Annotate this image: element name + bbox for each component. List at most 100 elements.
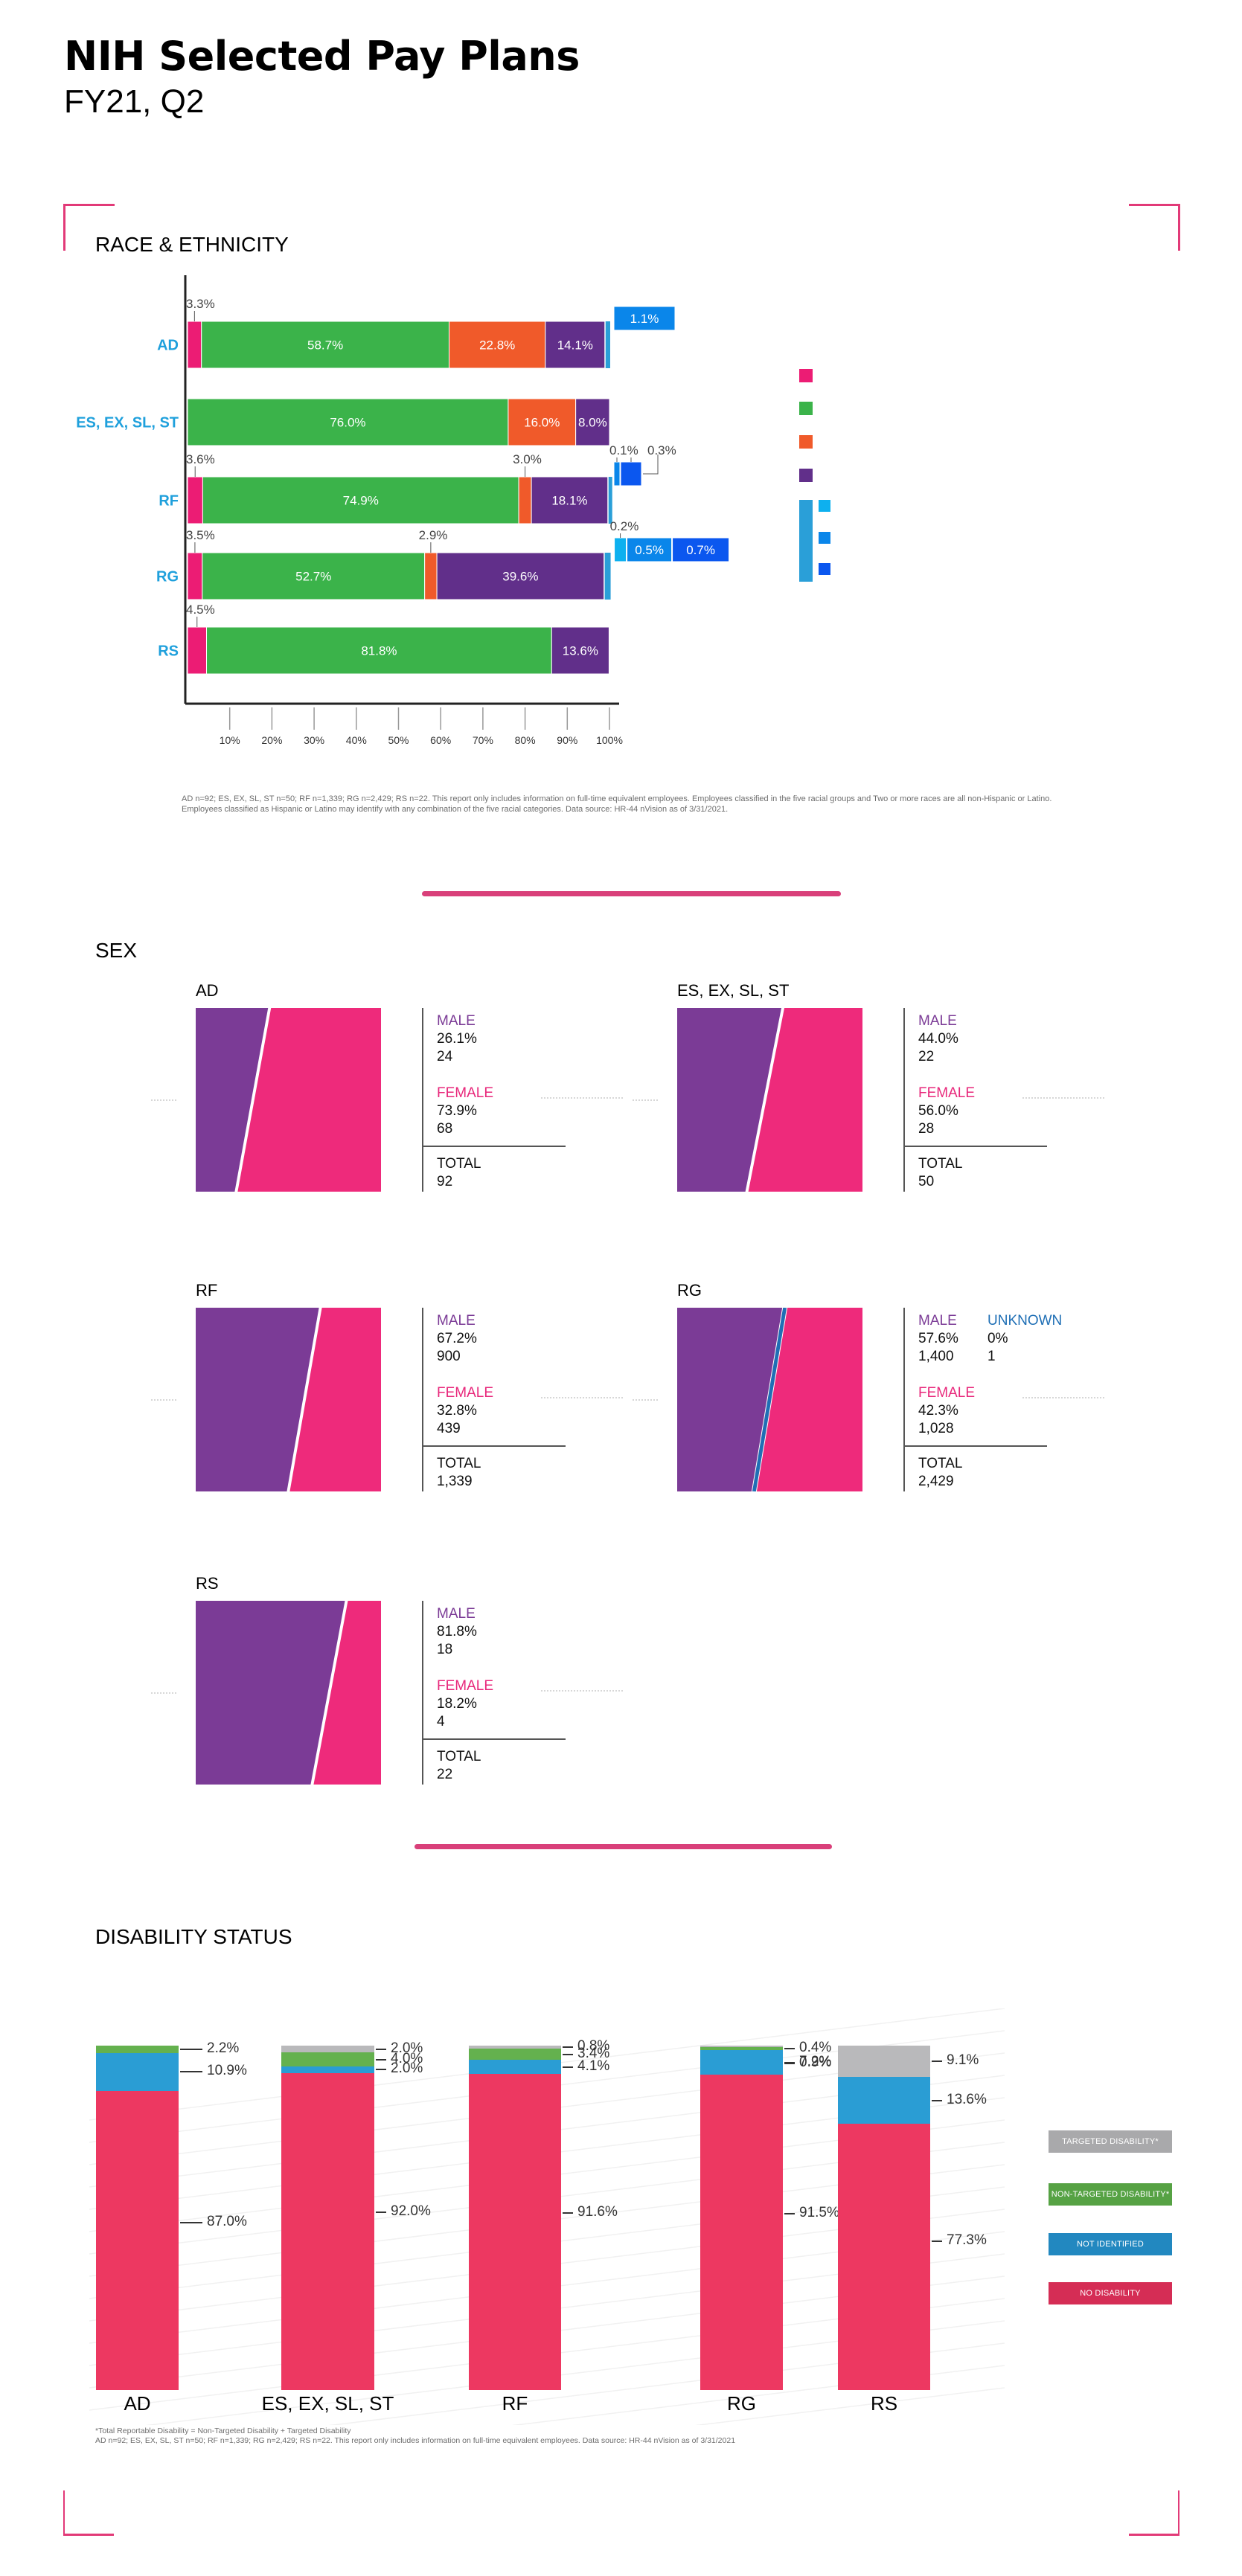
legend-group-bracket	[799, 500, 813, 582]
disability-value-label: 4.1%	[577, 2058, 610, 2074]
disability-footnote-line-1: *Total Reportable Disability = Non-Targe…	[95, 2426, 351, 2435]
race-callout-label: 0.2%	[610, 519, 639, 533]
sex-female-label: FEMALE	[437, 1385, 494, 1401]
disability-value-tick	[563, 2046, 573, 2048]
race-x-tick-label: 20%	[261, 734, 282, 746]
disability-bar-segment-not_identified	[96, 2053, 179, 2091]
disability-bar-segment-non_targeted_disability	[281, 2052, 374, 2066]
race-callout-label: 0.1%	[609, 443, 638, 457]
sex-female-count: 28	[918, 1121, 935, 1137]
disability-category-label: RF	[502, 2392, 528, 2415]
sex-female-count: 4	[437, 1714, 445, 1729]
legend-swatch	[799, 402, 813, 415]
sex-male-percent: 44.0%	[918, 1031, 958, 1047]
sex-total-count: 92	[437, 1174, 453, 1189]
sex-stats-horizontal-line	[422, 1738, 566, 1740]
sex-stats-unknown: UNKNOWN 0% 1	[987, 1312, 1062, 1366]
sex-female-label: FEMALE	[918, 1385, 976, 1401]
race-callout-box-aian	[613, 461, 621, 486]
sex-panel-title: RS	[196, 1574, 219, 1593]
disability-bar-segment-no_disability	[281, 2073, 374, 2390]
legend-item	[799, 402, 844, 415]
sex-area-chart	[196, 1308, 381, 1491]
disability-value-tick	[932, 2099, 942, 2101]
sex-stats-male: MALE 26.1% 24	[437, 1012, 477, 1066]
sex-male-label: MALE	[918, 1013, 957, 1029]
sex-female-label: FEMALE	[437, 1678, 494, 1694]
race-footnote-line-2: Employees classified as Hispanic or Lati…	[182, 805, 729, 814]
disability-value-label: 13.6%	[947, 2091, 987, 2107]
disability-value-label: 2.2%	[207, 2040, 240, 2057]
disability-value-tick	[180, 2221, 202, 2223]
race-bar-segment-hispanic	[187, 626, 208, 675]
sex-male-label: MALE	[437, 1013, 476, 1029]
sex-total-count: 2,429	[918, 1474, 954, 1489]
disability-value-tick	[784, 2048, 795, 2049]
disability-value-label: 91.6%	[577, 2204, 618, 2220]
race-footnote-line-1: AD n=92; ES, EX, SL, ST n=50; RF n=1,339…	[182, 794, 1052, 803]
race-bar-label: 58.7%	[307, 338, 343, 353]
sex-unknown-percent: 0%	[987, 1331, 1008, 1346]
disability-value-label: 92.0%	[391, 2203, 431, 2220]
decorative-dots	[1022, 1097, 1104, 1099]
disability-bar-segment-targeted_disability	[838, 2046, 930, 2078]
sex-area-chart	[677, 1308, 862, 1491]
race-bar-label: 39.6%	[502, 570, 538, 584]
disability-legend-item: NON-TARGETED DISABILITY*	[1049, 2183, 1172, 2206]
legend-swatch	[819, 563, 830, 575]
disability-bar-segment-not_identified	[281, 2066, 374, 2074]
disability-value-label: 7.2%	[799, 2053, 832, 2069]
sex-section-title: SEX	[95, 939, 138, 962]
sex-total-label: TOTAL	[918, 1156, 963, 1172]
race-bar-label: 52.7%	[295, 570, 331, 584]
race-callout-label: 2.9%	[419, 528, 448, 542]
sex-male-percent: 67.2%	[437, 1331, 477, 1346]
sex-female-percent: 18.2%	[437, 1696, 477, 1712]
race-callout-label: 0.3%	[647, 443, 676, 457]
disability-bar-segment-no_disability	[700, 2075, 783, 2390]
sex-stats-female: FEMALE 56.0% 28	[918, 1085, 975, 1138]
race-bar-label: 8.0%	[578, 416, 607, 430]
section-divider-1	[422, 891, 841, 896]
sex-male-count: 1,400	[918, 1349, 954, 1364]
disability-value-tick	[784, 2061, 795, 2063]
race-bar-segment-black	[424, 552, 438, 600]
sex-male-count: 18	[437, 1642, 453, 1657]
race-callout-box-two_or_more	[620, 461, 642, 486]
sex-stats-vertical-line	[422, 1308, 423, 1491]
race-section-title: RACE & ETHNICITY	[95, 233, 289, 256]
legend-swatch	[799, 469, 813, 482]
sex-stats-total: TOTAL 50	[918, 1155, 962, 1191]
sex-male-percent: 26.1%	[437, 1031, 477, 1047]
race-category-label: RF	[159, 493, 179, 510]
sex-female-percent: 56.0%	[918, 1103, 958, 1119]
disability-value-tick	[932, 2240, 942, 2242]
corner-bracket-top-right	[1129, 204, 1180, 251]
race-bar-segment-other	[608, 477, 612, 524]
decorative-dots	[541, 1397, 623, 1398]
disability-bar-segment-not_identified	[700, 2050, 783, 2075]
race-x-tick-label: 50%	[388, 734, 409, 746]
decorative-dots	[151, 1099, 176, 1101]
sex-male-percent: 81.8%	[437, 1624, 477, 1639]
race-bar-label: 14.1%	[557, 338, 593, 353]
race-chart: 10% 20% 30% 40% 50% 60% 70% 80% 90% 100% AD 3.3% 58.…	[76, 275, 730, 746]
race-x-tick-label: 90%	[557, 734, 577, 746]
race-bar-segment-black	[518, 476, 532, 524]
race-category-label: RS	[158, 643, 179, 660]
disability-category-label: ES, EX, SL, ST	[261, 2392, 394, 2415]
sex-unknown-label: UNKNOWN	[987, 1313, 1063, 1329]
legend-swatch	[799, 369, 813, 382]
corner-bracket-bottom-left	[63, 2490, 114, 2536]
race-category-label: RG	[156, 569, 179, 585]
sex-stats-horizontal-line	[422, 1146, 566, 1147]
sex-male-percent: 57.6%	[918, 1331, 958, 1346]
sex-area-chart	[196, 1008, 381, 1192]
race-callout-label: 3.5%	[186, 528, 215, 542]
race-bar-segment-hispanic	[187, 552, 203, 600]
sex-panel-title: ES, EX, SL, ST	[677, 981, 790, 1000]
sex-stats-total: TOTAL 1,339	[437, 1455, 481, 1491]
corner-bracket-bottom-right	[1129, 2490, 1179, 2536]
race-bar-segment-other	[605, 321, 610, 368]
sex-area-chart	[677, 1008, 862, 1192]
